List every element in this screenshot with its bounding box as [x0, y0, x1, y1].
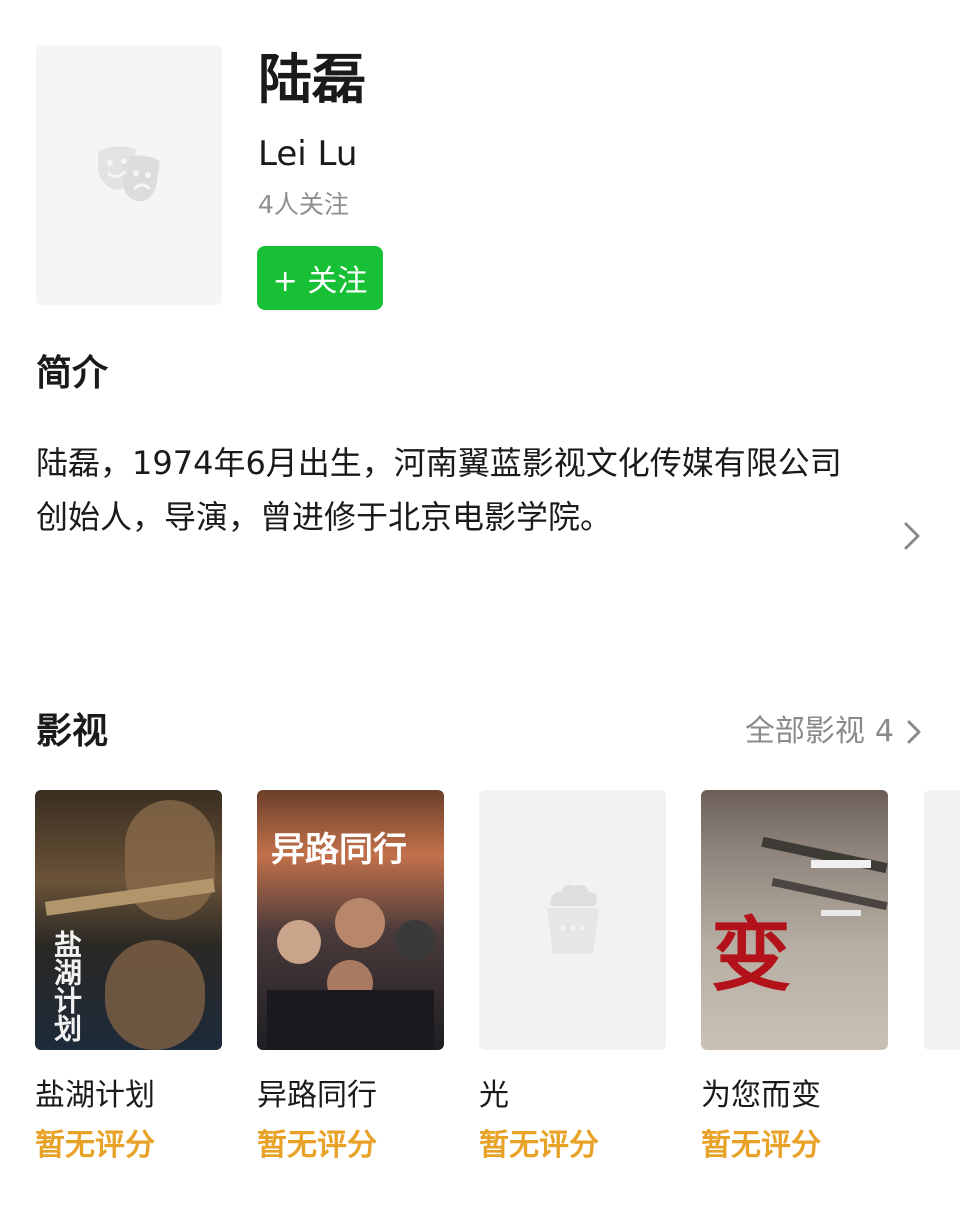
film-card[interactable]: 变 为您而变 暂无评分: [701, 790, 888, 1166]
film-card[interactable]: 异路同行 异路同行 暂无评分: [257, 790, 444, 1166]
theater-masks-icon: [98, 146, 160, 202]
person-name: 陆磊: [258, 48, 366, 111]
poster-title: 盐湖计划: [50, 930, 83, 1042]
intro-section-title: 简介: [36, 353, 109, 394]
film-poster: 盐湖计划: [35, 790, 222, 1050]
film-poster: [479, 790, 666, 1050]
all-films-label: 全部影视: [744, 714, 865, 749]
film-title: 光: [479, 1078, 509, 1113]
all-films-link[interactable]: 全部影视 4: [745, 710, 924, 754]
chevron-right-icon[interactable]: [900, 518, 924, 554]
film-title: 异路同行: [257, 1078, 377, 1113]
all-films-count: 4: [874, 714, 894, 749]
film-rating: 暂无评分: [35, 1128, 155, 1163]
film-rating: 暂无评分: [479, 1128, 599, 1163]
follower-count: 4人关注: [258, 190, 349, 219]
next-film-card-peek[interactable]: [924, 790, 960, 1050]
follow-button[interactable]: + 关注: [257, 246, 383, 310]
person-english-name: Lei Lu: [258, 134, 358, 174]
film-rating: 暂无评分: [257, 1128, 377, 1163]
film-title: 为您而变: [701, 1078, 821, 1113]
film-rating: 暂无评分: [701, 1128, 821, 1163]
films-section-title: 影视: [36, 711, 109, 752]
popcorn-icon: [546, 884, 599, 954]
poster-title: 异路同行: [271, 830, 407, 870]
film-title: 盐湖计划: [35, 1078, 155, 1113]
film-card[interactable]: 盐湖计划 盐湖计划 暂无评分: [35, 790, 222, 1166]
poster-title: 变: [711, 908, 791, 1002]
avatar: [36, 45, 222, 305]
film-poster: 变: [701, 790, 888, 1050]
intro-text: 陆磊，1974年6月出生，河南翼蓝影视文化传媒有限公司创始人，导演，曾进修于北京…: [36, 444, 842, 536]
film-card[interactable]: 光 暂无评分: [479, 790, 666, 1166]
film-poster: 异路同行: [257, 790, 444, 1050]
chevron-right-icon: [907, 720, 921, 744]
